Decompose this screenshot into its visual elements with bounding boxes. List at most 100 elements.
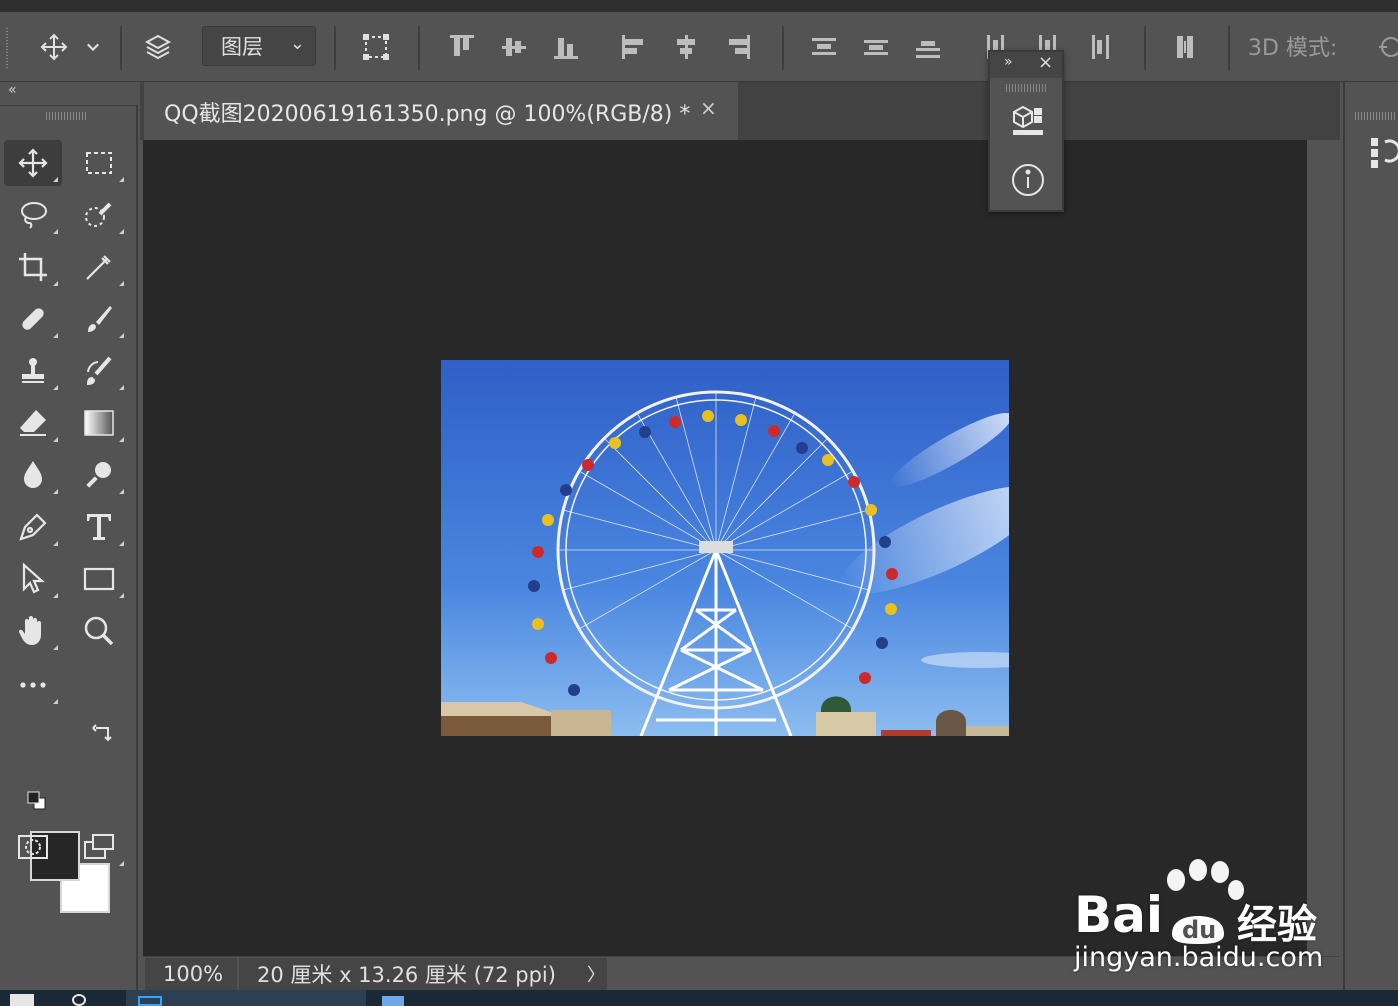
pen-icon: [19, 513, 47, 541]
crop-icon: [19, 253, 47, 281]
screen-mode-icon: [84, 834, 114, 859]
eraser-icon: [20, 410, 46, 436]
floating-panel: » ×: [988, 50, 1064, 212]
hand-tool[interactable]: [4, 608, 62, 654]
type-tool[interactable]: [70, 504, 128, 550]
ferris-wheel-photo: [441, 360, 1009, 736]
stamp-icon: [22, 358, 44, 383]
edit-toolbar-button[interactable]: [4, 662, 62, 708]
distribute-top-edges-icon[interactable]: [806, 24, 842, 70]
mode-3d-label: 3D 模式:: [1248, 36, 1338, 61]
align-horizontal-centers-icon[interactable]: [668, 24, 704, 70]
distribute-vertical-centers-icon[interactable]: [858, 24, 894, 70]
taskbar-app-photoshop[interactable]: [126, 990, 366, 1006]
clone-stamp-tool[interactable]: [4, 348, 62, 394]
distribute-spacing-icon[interactable]: [1168, 24, 1204, 70]
3d-panel-button[interactable]: [1008, 102, 1046, 140]
move-tool[interactable]: [4, 140, 62, 186]
screen-mode-button[interactable]: [70, 824, 128, 870]
lasso-tool[interactable]: [4, 192, 62, 238]
info-panel-button[interactable]: [1010, 162, 1046, 198]
quick-mask-icon: [18, 835, 48, 859]
search-icon[interactable]: [72, 994, 86, 1006]
svg-text:du: du: [1182, 916, 1216, 944]
options-bar: 图层 ⌄ 3D 模式:: [0, 0, 1398, 82]
hand-icon: [18, 616, 41, 645]
eyedropper-tool[interactable]: [70, 244, 128, 290]
close-document-button[interactable]: ×: [700, 96, 717, 120]
separator: [1144, 26, 1146, 70]
lasso-icon: [21, 202, 47, 229]
pen-tool[interactable]: [4, 504, 62, 550]
separator: [418, 26, 420, 70]
panel-grip[interactable]: [1006, 84, 1046, 92]
separator: [120, 26, 122, 70]
document-tab-bar: QQ截图20200619161350.png @ 100%(RGB/8) * ×: [140, 82, 1340, 140]
history-brush-icon: [86, 356, 112, 386]
show-transform-controls-icon[interactable]: [358, 24, 394, 70]
expand-panel-button[interactable]: »: [1004, 54, 1013, 70]
document-tab[interactable]: QQ截图20200619161350.png @ 100%(RGB/8) * ×: [144, 82, 738, 140]
quick-selection-tool[interactable]: [70, 192, 128, 238]
gradient-tool[interactable]: [70, 400, 128, 446]
path-selection-tool[interactable]: [4, 556, 62, 602]
eraser-tool[interactable]: [4, 400, 62, 446]
crop-tool[interactable]: [4, 244, 62, 290]
status-menu-arrow[interactable]: 〉: [587, 961, 605, 987]
close-panel-button[interactable]: ×: [1038, 52, 1053, 73]
document-tab-title: QQ截图20200619161350.png @ 100%(RGB/8) *: [164, 102, 691, 127]
collapse-toolbar-button[interactable]: «: [8, 82, 17, 98]
photoshop-app-icon: [138, 996, 162, 1006]
bandage-icon: [22, 308, 44, 330]
more-icon: [20, 682, 46, 688]
type-icon: [87, 514, 111, 540]
eyedropper-icon: [86, 255, 111, 280]
vertical-scrollbar[interactable]: [1307, 140, 1340, 956]
dodge-tool[interactable]: [70, 452, 128, 498]
document-image[interactable]: [441, 360, 1009, 736]
swap-colors-icon[interactable]: [92, 720, 114, 742]
default-colors-icon[interactable]: [26, 790, 48, 812]
spot-healing-tool[interactable]: [4, 296, 62, 342]
auto-select-layers-icon[interactable]: [140, 24, 176, 70]
rectangle-tool[interactable]: [70, 556, 128, 602]
brush-tool[interactable]: [70, 296, 128, 342]
quick-mask-button[interactable]: [4, 824, 62, 870]
options-bar-grip[interactable]: [6, 28, 8, 68]
dodge-icon: [86, 462, 111, 488]
zoom-level-field[interactable]: 100%: [145, 958, 237, 990]
move-icon: [18, 148, 48, 178]
magnifier-icon: [84, 616, 114, 646]
auto-select-target-value: 图层: [221, 35, 263, 59]
document-size-info: 20 厘米 x 13.26 厘米 (72 ppi): [239, 958, 607, 990]
history-panel-button[interactable]: [1367, 132, 1398, 172]
align-top-edges-icon[interactable]: [444, 24, 480, 70]
align-bottom-edges-icon[interactable]: [548, 24, 584, 70]
auto-select-target-select[interactable]: 图层 ⌄: [202, 26, 316, 66]
baidu-du-mark: du: [1172, 916, 1224, 944]
align-left-edges-icon[interactable]: [616, 24, 652, 70]
toolbar-header: «: [0, 82, 138, 106]
info-icon: [1012, 164, 1044, 196]
toolbar-grip[interactable]: [46, 112, 86, 120]
watermark-brand: Bai: [1074, 886, 1163, 944]
os-taskbar: [0, 990, 1398, 1006]
marquee-icon: [86, 152, 112, 174]
floating-panel-header[interactable]: » ×: [990, 52, 1062, 78]
distribute-bottom-edges-icon[interactable]: [910, 24, 946, 70]
distribute-right-edges-icon[interactable]: [1082, 24, 1118, 70]
align-vertical-centers-icon[interactable]: [496, 24, 532, 70]
quick-selection-icon: [85, 202, 112, 227]
rectangular-marquee-tool[interactable]: [70, 140, 128, 186]
history-icon: [1371, 138, 1398, 168]
align-right-edges-icon[interactable]: [720, 24, 756, 70]
3d-orbit-icon[interactable]: [1370, 24, 1398, 70]
history-brush-tool[interactable]: [70, 348, 128, 394]
right-dock-grip[interactable]: [1355, 112, 1395, 120]
chevron-down-icon[interactable]: [80, 24, 106, 70]
zoom-tool[interactable]: [70, 608, 128, 654]
move-tool-preset-icon[interactable]: [36, 24, 72, 70]
taskbar-app-icon[interactable]: [382, 996, 404, 1006]
blur-tool[interactable]: [4, 452, 62, 498]
windows-start-icon[interactable]: [10, 994, 34, 1006]
